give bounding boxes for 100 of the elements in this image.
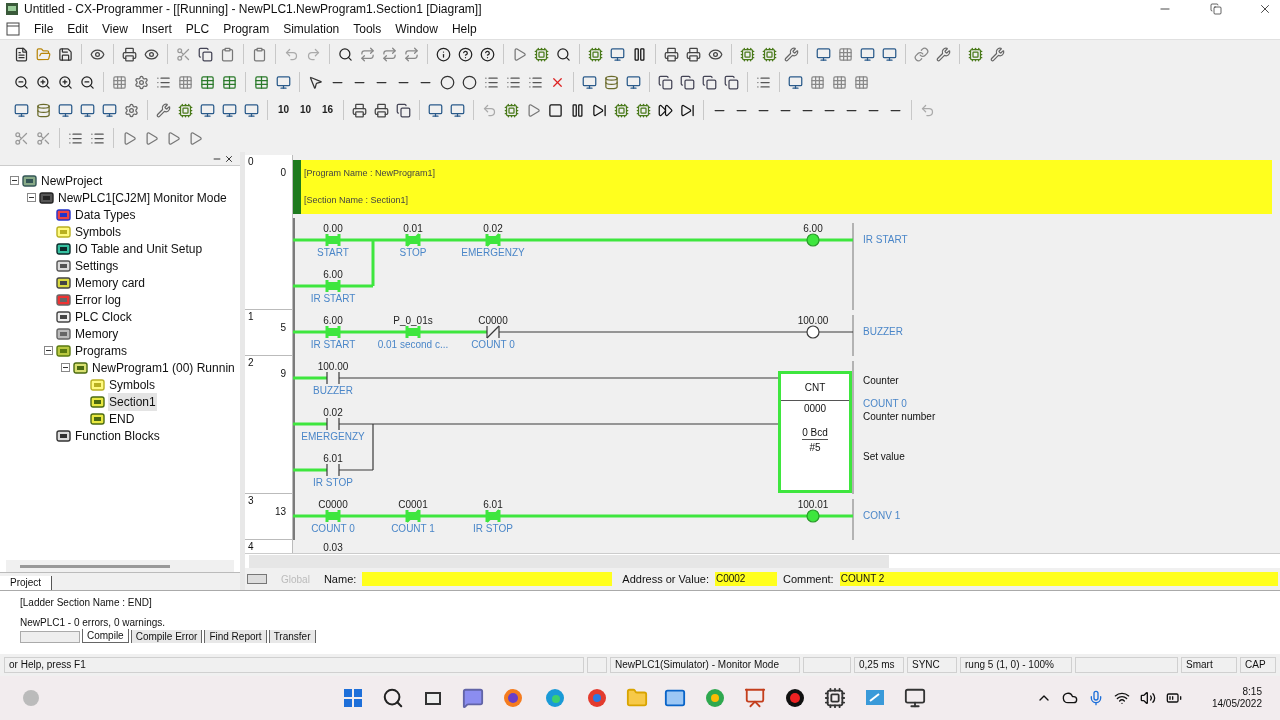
tree-item[interactable]: Section1 (108, 392, 157, 411)
clipboard-icon[interactable] (252, 46, 267, 62)
gear-icon[interactable] (124, 102, 139, 118)
menu-item[interactable]: Edit (67, 21, 89, 36)
copy-icon[interactable] (198, 46, 213, 62)
tree-item[interactable]: PLC Clock (74, 307, 133, 326)
tree-item[interactable]: END (108, 409, 136, 428)
zoom-in-icon[interactable] (36, 74, 51, 90)
clock-time[interactable]: 8:15 (1242, 686, 1262, 698)
monitor-icon[interactable] (276, 74, 291, 90)
monitor-icon[interactable] (58, 102, 73, 118)
circle-icon[interactable] (440, 74, 455, 90)
grid-icon[interactable] (854, 74, 869, 90)
list-icon[interactable] (506, 74, 521, 90)
printer-icon[interactable] (664, 46, 679, 62)
monitor-icon[interactable] (903, 687, 926, 709)
pause-icon[interactable] (632, 46, 647, 62)
menu-item[interactable]: Window (395, 21, 438, 36)
step-icon[interactable] (592, 102, 607, 118)
slides-icon[interactable] (743, 687, 766, 709)
clock-date[interactable]: 14/05/2022 (1211, 698, 1262, 710)
tree-item[interactable]: Error log (74, 290, 122, 309)
eye-icon[interactable] (708, 46, 723, 62)
copy-icon[interactable] (658, 74, 673, 90)
horizontal-scrollbar[interactable] (6, 560, 234, 572)
copy-icon[interactable] (724, 74, 739, 90)
list-icon[interactable] (68, 130, 83, 146)
collapse-icon[interactable] (27, 193, 36, 202)
tree-item[interactable]: Function Blocks (74, 426, 161, 445)
menu-item[interactable]: PLC (185, 21, 210, 36)
folder-icon[interactable] (36, 46, 51, 62)
monitor-icon[interactable] (882, 46, 897, 62)
tree-item[interactable]: IO Table and Unit Setup (74, 239, 204, 258)
info-icon[interactable] (436, 46, 451, 62)
list-icon[interactable] (156, 74, 171, 90)
menu-item[interactable]: Insert (141, 21, 172, 36)
database-icon[interactable] (604, 74, 619, 90)
printer-icon[interactable] (352, 102, 367, 118)
play-icon[interactable] (144, 130, 159, 146)
toolbar-button[interactable]: 10 (274, 100, 293, 120)
printer-icon[interactable] (686, 46, 701, 62)
database-icon[interactable] (36, 102, 51, 118)
menu-item[interactable]: Tools (353, 21, 382, 36)
collapse-icon[interactable] (61, 363, 70, 372)
wrench-icon[interactable] (990, 46, 1005, 62)
list-icon[interactable] (528, 74, 543, 90)
monitor-icon[interactable] (222, 102, 237, 118)
eye-icon[interactable] (90, 46, 105, 62)
zoom-out-icon[interactable] (14, 74, 29, 90)
zoom-out-icon[interactable] (80, 74, 95, 90)
help-icon[interactable] (458, 46, 473, 62)
pause-icon[interactable] (570, 102, 585, 118)
search-icon[interactable] (338, 46, 353, 62)
arrows-icon[interactable] (382, 46, 397, 62)
name-field[interactable] (362, 572, 613, 586)
search-icon[interactable] (556, 46, 571, 62)
monitor-icon[interactable] (582, 74, 597, 90)
horizontal-scrollbar[interactable] (245, 553, 1280, 568)
monitor-icon[interactable] (626, 74, 641, 90)
play-icon[interactable] (166, 130, 181, 146)
copy-icon[interactable] (680, 74, 695, 90)
monitor-icon[interactable] (816, 46, 831, 62)
arrows-icon[interactable] (404, 46, 419, 62)
stop-icon[interactable] (548, 102, 563, 118)
monitor-icon[interactable] (860, 46, 875, 62)
menu-item[interactable]: View (102, 21, 128, 36)
grid-icon[interactable] (810, 74, 825, 90)
grid-icon[interactable] (112, 74, 127, 90)
copy-icon[interactable] (702, 74, 717, 90)
pointer-icon[interactable] (308, 74, 323, 90)
grid-icon[interactable] (178, 74, 193, 90)
wrench-icon[interactable] (936, 46, 951, 62)
monitor-icon[interactable] (102, 102, 117, 118)
play-icon[interactable] (512, 46, 527, 62)
output-tab[interactable]: Compile Error (130, 630, 203, 643)
cloud-icon[interactable] (1061, 690, 1078, 706)
chat-icon[interactable] (461, 687, 484, 709)
arrows-icon[interactable] (360, 46, 375, 62)
collapse-icon[interactable] (44, 346, 53, 355)
tree-item[interactable]: Programs (74, 341, 128, 360)
list-icon[interactable] (90, 130, 105, 146)
play-icon[interactable] (526, 102, 541, 118)
mail-icon[interactable] (663, 687, 686, 709)
toolbar-button[interactable]: 10 (296, 100, 315, 120)
address-field[interactable]: C0002 (714, 572, 777, 586)
tree-item[interactable]: NewPLC1[CJ2M] Monitor Mode (57, 188, 228, 207)
panel-tab[interactable]: Project (0, 576, 53, 590)
monitor-icon[interactable] (610, 46, 625, 62)
comment-field[interactable]: COUNT 2 (839, 572, 1278, 586)
list-icon[interactable] (484, 74, 499, 90)
play-icon[interactable] (122, 130, 137, 146)
copy-icon[interactable] (396, 102, 411, 118)
output-tab[interactable]: Find Report (204, 630, 267, 643)
tree-item[interactable]: Settings (74, 256, 120, 275)
monitor-icon[interactable] (428, 102, 443, 118)
eye-icon[interactable] (144, 46, 159, 62)
close-button[interactable] (1258, 2, 1272, 16)
wrench-icon[interactable] (156, 102, 171, 118)
circle-icon[interactable] (462, 74, 477, 90)
toolbar-button[interactable]: 16 (318, 100, 337, 120)
